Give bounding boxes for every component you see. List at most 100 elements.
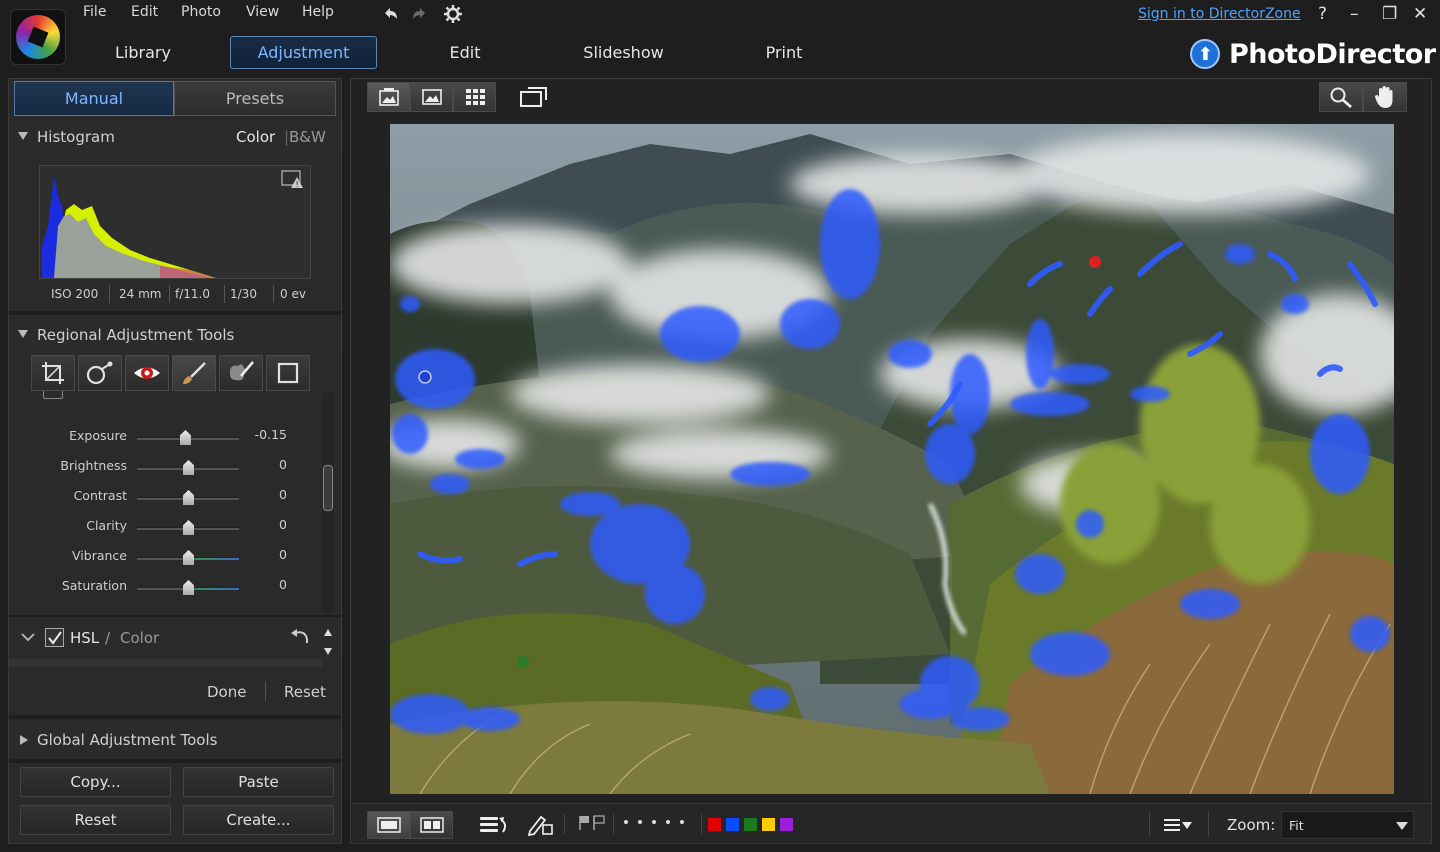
edit-pencil-icon[interactable] [527,813,555,837]
histogram-bw-toggle[interactable]: B&W [289,128,326,146]
graduated-filter-tool-button[interactable] [219,355,263,391]
expand-icon [20,735,28,745]
zoom-value: Fit [1289,817,1304,833]
rating-dot[interactable] [652,820,656,824]
slider-value-brightness[interactable]: 0 [249,457,287,472]
rating-dot[interactable] [666,820,670,824]
slider-thumb-clarity[interactable] [183,520,194,535]
close-button[interactable]: ✕ [1413,4,1427,24]
color-label-swatch[interactable] [780,818,793,831]
rating-dot[interactable] [680,820,684,824]
slider-value-clarity[interactable]: 0 [249,517,287,532]
zoom-label: Zoom: [1227,816,1276,834]
menu-view[interactable]: View [246,4,279,20]
hsl-checkbox[interactable] [45,628,64,647]
slider-value-saturation[interactable]: 0 [249,577,287,592]
done-button[interactable]: Done [207,683,246,701]
app-logo [10,9,66,65]
view-fullscreen-button[interactable] [410,82,453,112]
tab-edit[interactable]: Edit [420,36,510,69]
divider [265,681,266,701]
panel-scrollbar[interactable] [322,391,334,613]
reset-link[interactable]: Reset [284,683,326,701]
divider [613,814,614,834]
spot-removal-tool-button[interactable] [78,355,122,391]
global-tools-header[interactable]: Global Adjustment Tools [9,723,341,757]
scroll-arrows-icon[interactable] [322,627,334,657]
reset-undo-icon[interactable] [289,627,311,647]
color-label-swatch[interactable] [762,818,775,831]
divider [564,814,565,834]
settings-gear-icon[interactable] [443,4,463,24]
tab-library[interactable]: Library [92,36,194,69]
rating-dot[interactable] [638,820,642,824]
view-single-button[interactable] [367,82,410,112]
minimize-button[interactable]: – [1350,4,1359,24]
regional-tools-header[interactable]: Regional Adjustment Tools [9,318,341,352]
menu-edit[interactable]: Edit [131,4,158,20]
sort-menu-icon[interactable] [1163,817,1193,833]
reset-button[interactable]: Reset [20,805,171,835]
slider-thumb-vibrance[interactable] [183,550,194,565]
slider-thumb-saturation[interactable] [183,580,194,595]
color-label-swatch[interactable] [708,818,721,831]
red-eye-tool-button[interactable] [125,355,169,391]
rotate-list-icon[interactable] [479,814,511,836]
tab-print[interactable]: Print [744,36,824,69]
color-label-swatch[interactable] [726,818,739,831]
histogram-graph: ! [39,165,311,279]
slider-thumb-brightness[interactable] [183,460,194,475]
action-bar: Done Reset [9,671,341,713]
photo-canvas[interactable] [390,124,1394,794]
zoom-tool-button[interactable] [1319,82,1363,112]
tab-presets[interactable]: Presets [174,81,336,116]
checkbox[interactable] [43,391,63,399]
tab-slideshow[interactable]: Slideshow [570,36,677,69]
flag-icon[interactable] [577,814,607,832]
collapse-icon [18,330,28,338]
create-preset-button[interactable]: Create... [183,805,334,835]
exif-aperture: f/11.0 [175,287,210,301]
divider [224,285,225,303]
help-button[interactable]: ? [1318,4,1327,24]
radial-filter-tool-button[interactable] [266,355,310,391]
rating-dot[interactable] [624,820,628,824]
menu-photo[interactable]: Photo [181,4,221,20]
tab-adjustment[interactable]: Adjustment [230,36,377,69]
histogram-color-toggle[interactable]: Color [236,128,275,146]
undo-icon[interactable] [380,4,400,24]
divider [273,285,274,303]
chevron-down-icon[interactable] [21,632,35,642]
slider-value-vibrance[interactable]: 0 [249,547,287,562]
redo-icon[interactable] [410,4,430,24]
single-layout-button[interactable] [367,811,410,839]
adjustment-brush-tool-button[interactable] [172,355,216,391]
menu-help[interactable]: Help [302,4,334,20]
tone-header-partial [9,391,323,405]
menu-file[interactable]: File [83,4,106,20]
restore-button[interactable]: ❐ [1382,4,1397,24]
tab-manual[interactable]: Manual [14,81,174,116]
view-grid-button[interactable] [453,82,496,112]
clipping-warning-icon[interactable]: ! [281,170,305,190]
regional-tools-title: Regional Adjustment Tools [37,326,235,344]
global-tools-title: Global Adjustment Tools [37,731,218,749]
star-rating[interactable] [619,820,689,824]
scrollbar-thumb[interactable] [323,465,333,511]
hsl-color-label: Color [120,629,160,647]
image-view-icon [378,88,399,106]
slider-value-contrast[interactable]: 0 [249,487,287,502]
slider-value-exposure[interactable]: -0.15 [249,427,287,442]
crop-tool-button[interactable] [31,355,75,391]
compare-view-icon[interactable] [519,85,549,109]
zoom-select[interactable]: Fit [1281,811,1414,839]
paste-button[interactable]: Paste [183,767,334,797]
side-by-side-button[interactable] [410,811,453,839]
slider-thumb-exposure[interactable] [179,430,191,445]
slider-thumb-contrast[interactable] [183,490,194,505]
copy-button[interactable]: Copy... [20,767,171,797]
histogram-header[interactable]: Histogram Color | B&W [9,120,341,154]
hand-tool-button[interactable] [1363,82,1407,112]
sign-in-link[interactable]: Sign in to DirectorZone [1138,6,1301,22]
color-label-swatch[interactable] [744,818,757,831]
